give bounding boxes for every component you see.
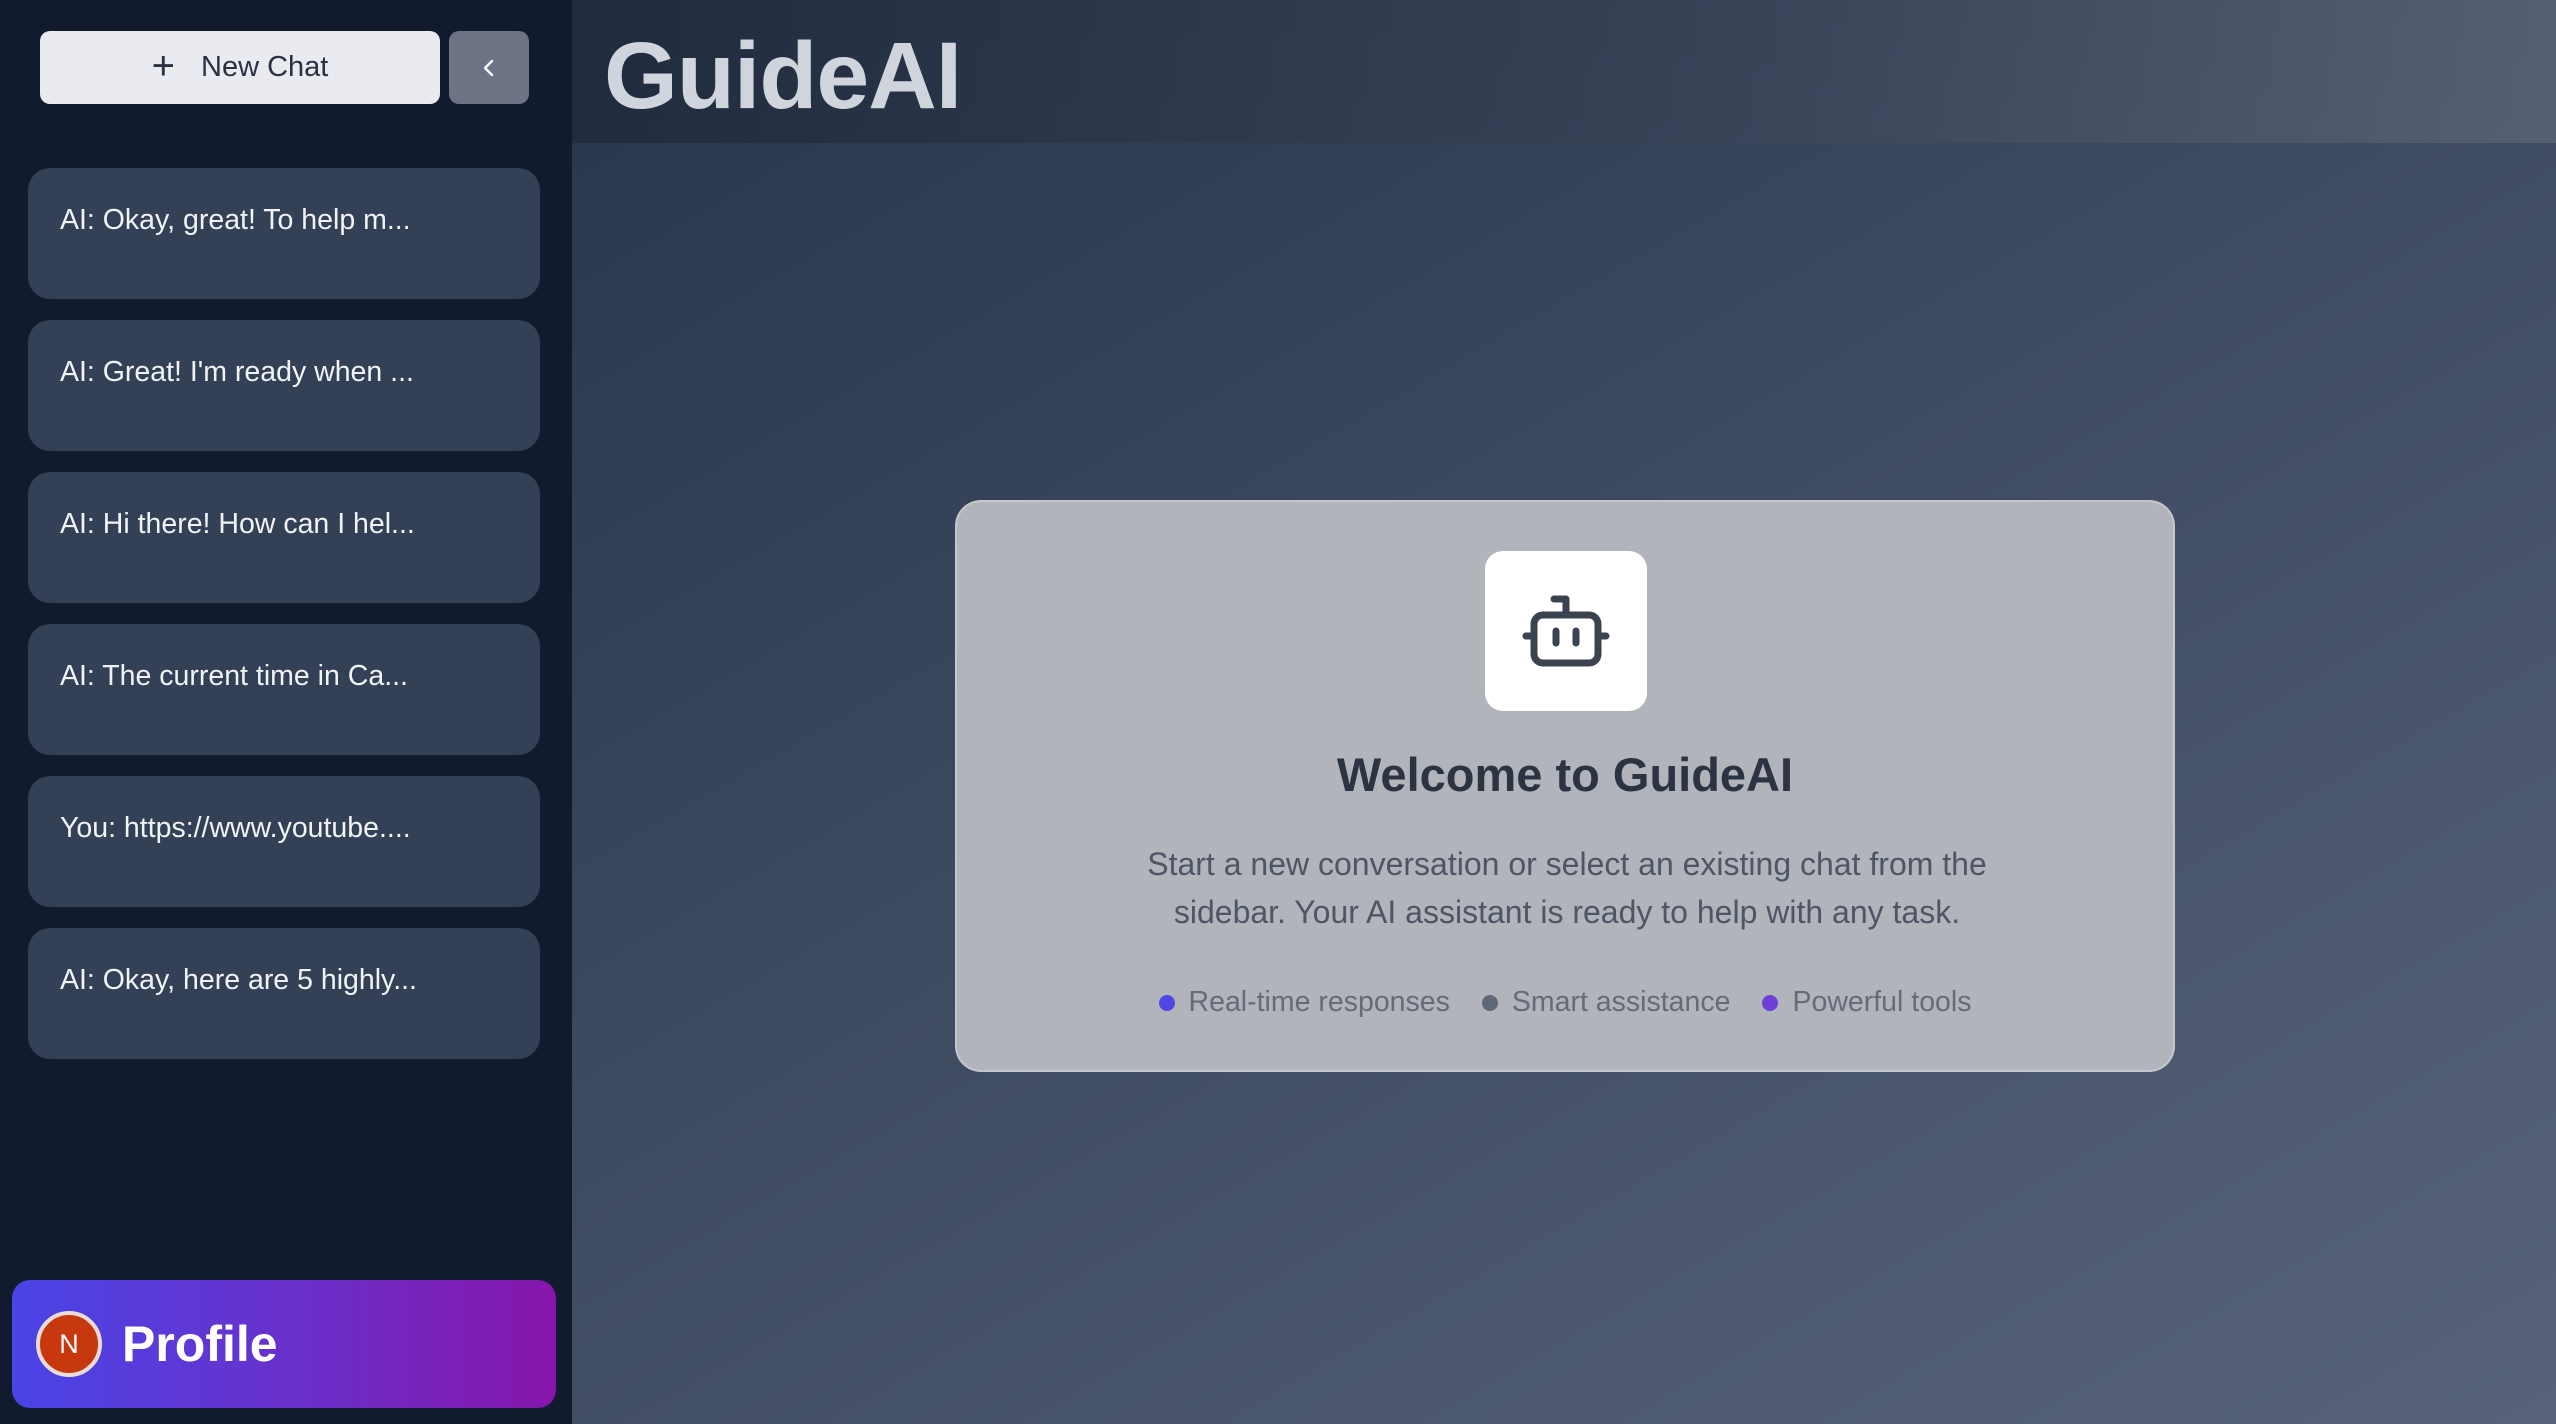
welcome-description: Start a new conversation or select an ex… (1147, 846, 1987, 930)
main-area: GuideAI Welcome to GuideAI Start a new c… (572, 0, 2556, 1424)
feature-item: Smart assistance (1481, 986, 1731, 1019)
feature-label: Smart assistance (1511, 986, 1731, 1018)
feature-dot (1481, 994, 1498, 1011)
chat-history-list: AI: Okay, great! To help m... AI: Great!… (28, 168, 540, 1059)
chat-history-item[interactable]: AI: Great! I'm ready when ... (28, 320, 540, 451)
feature-dot (1158, 994, 1175, 1011)
app-title: GuideAI (604, 23, 962, 129)
avatar: N (36, 1311, 102, 1377)
bot-icon (1522, 595, 1610, 667)
feature-item: Powerful tools (1762, 986, 1971, 1019)
bot-icon-tile (1485, 551, 1647, 711)
feature-list: Real-time responses Smart assistance Pow… (957, 986, 2173, 1019)
chat-history-item[interactable]: AI: Okay, here are 5 highly... (28, 928, 540, 1059)
feature-label: Powerful tools (1792, 986, 1972, 1018)
new-chat-button[interactable]: + New Chat (40, 31, 440, 104)
welcome-title: Welcome to GuideAI (1336, 748, 1794, 801)
chat-history-item[interactable]: AI: The current time in Ca... (28, 624, 540, 755)
welcome-card: Welcome to GuideAI Start a new conversat… (955, 500, 2175, 1072)
chat-history-item[interactable]: AI: Hi there! How can I hel... (28, 472, 540, 603)
header: GuideAI (572, 0, 2556, 143)
sidebar: + New Chat AI: Okay, great! To help m...… (0, 0, 572, 1424)
chat-history-item[interactable]: AI: Okay, great! To help m... (28, 168, 540, 299)
chevron-left-icon (483, 59, 494, 76)
feature-item: Real-time responses (1158, 986, 1450, 1019)
collapse-sidebar-button[interactable] (449, 31, 529, 104)
new-chat-label: New Chat (201, 51, 329, 83)
chat-history-item[interactable]: You: https://www.youtube.... (28, 776, 540, 907)
profile-label: Profile (122, 1316, 278, 1372)
feature-label: Real-time responses (1188, 986, 1450, 1018)
profile-button[interactable]: N Profile (12, 1280, 556, 1408)
feature-dot (1762, 994, 1779, 1011)
plus-icon: + (151, 43, 176, 88)
